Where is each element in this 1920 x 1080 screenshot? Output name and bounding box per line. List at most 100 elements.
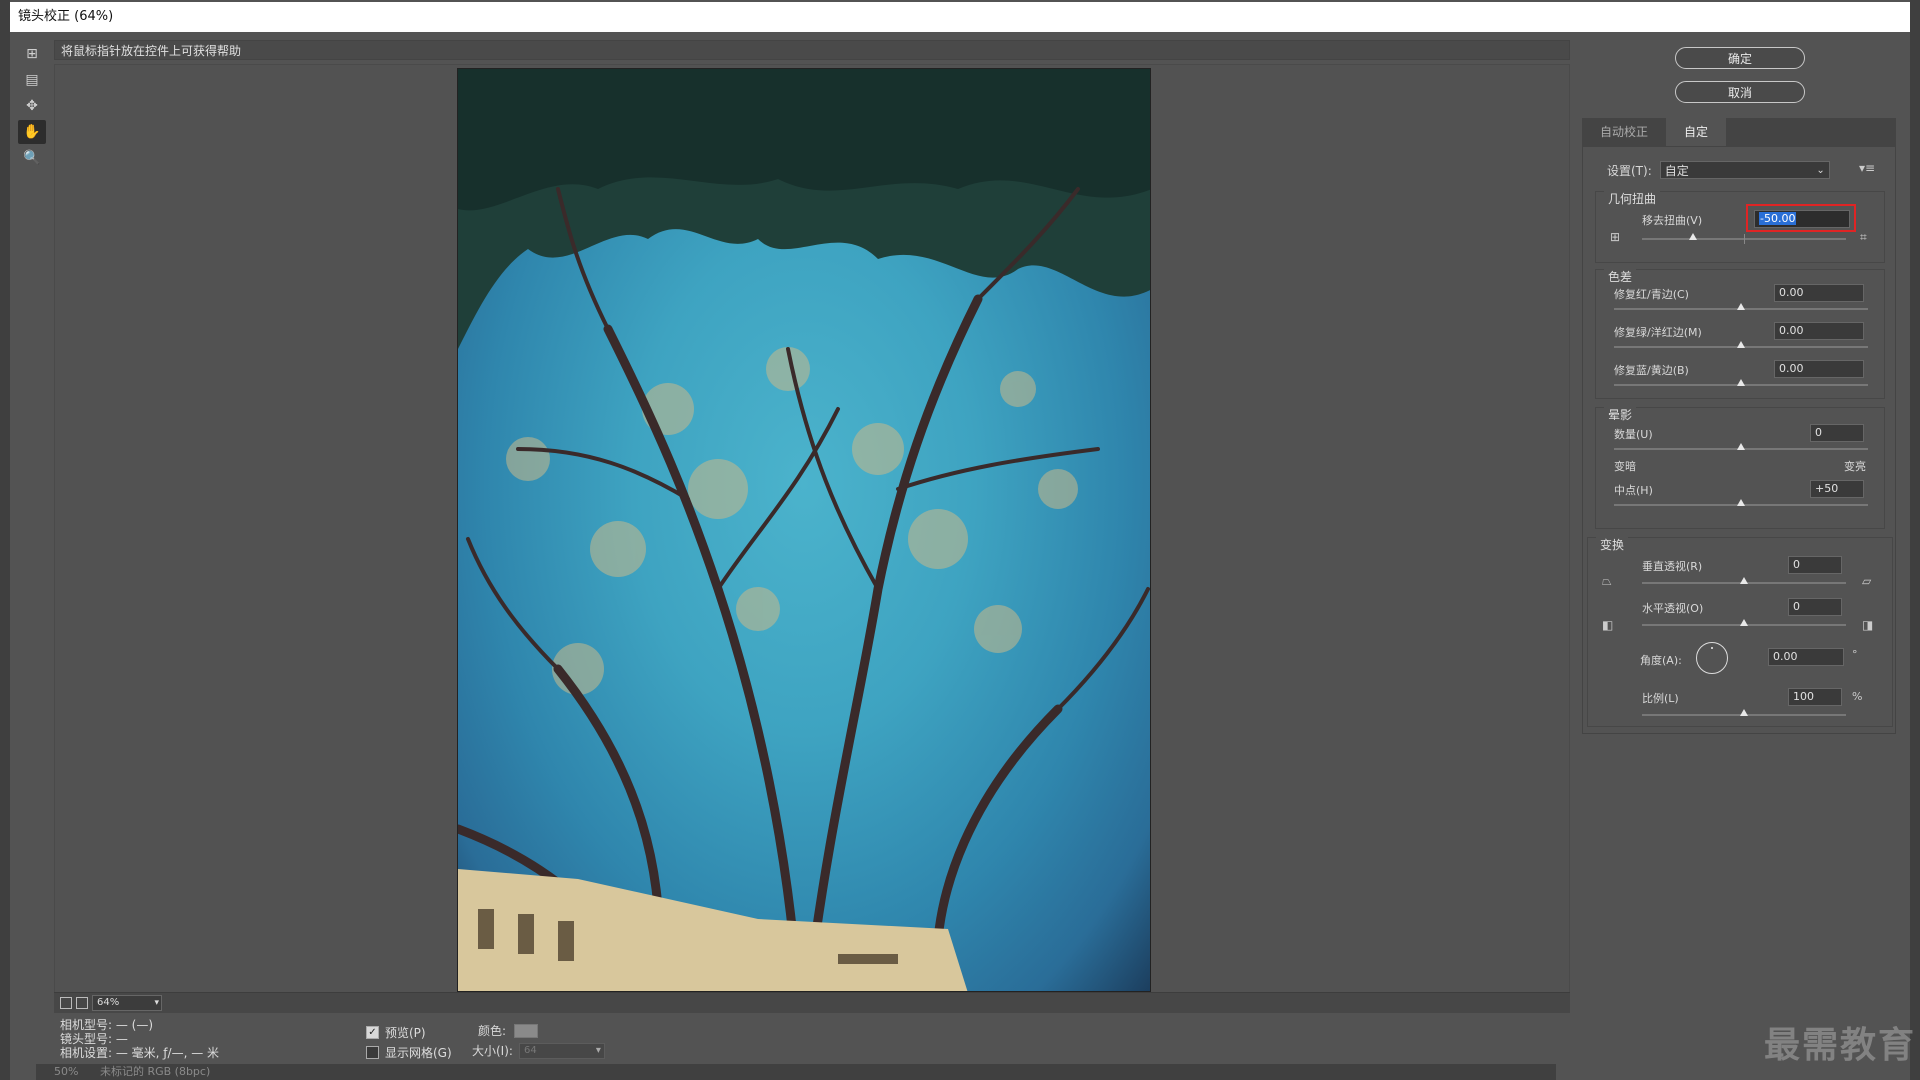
barrel-icon: ⌗ xyxy=(1860,230,1867,244)
chromatic-aberration-title: 色差 xyxy=(1604,268,1637,285)
geometric-distortion-group: 几何扭曲 移去扭曲(V) -50.00 ⊞ ⌗ xyxy=(1595,190,1885,263)
lens-model-text: 镜头型号: — xyxy=(60,1032,128,1046)
window-title: 镜头校正 (64%) xyxy=(10,2,1910,32)
settings-value: 自定 xyxy=(1664,164,1689,178)
lens-correction-dialog: 镜头校正 (64%) ⊞ ▤ ✥ ✋ 🔍 将鼠标指针放在控件上可获得帮助 64%… xyxy=(0,0,1920,1080)
straighten-tool-icon[interactable]: ▤ xyxy=(18,68,46,92)
angle-input[interactable]: 0.00 xyxy=(1768,648,1844,666)
zoom-value: 64% xyxy=(97,997,120,1008)
tab-custom[interactable]: 自定 xyxy=(1666,118,1727,146)
preview-label: 预览(P) xyxy=(385,1025,426,1040)
zoom-tool-icon[interactable]: 🔍 xyxy=(18,146,46,170)
vignette-amount-slider[interactable] xyxy=(1614,443,1868,450)
vignette-midpoint-slider[interactable] xyxy=(1614,499,1868,506)
transform-title: 变换 xyxy=(1596,536,1629,553)
grid-color-label: 颜色: xyxy=(478,1024,507,1038)
vignette-amount-thumb[interactable] xyxy=(1737,443,1745,450)
vignette-title: 晕影 xyxy=(1604,406,1637,423)
cancel-button[interactable]: 取消 xyxy=(1675,81,1805,103)
correction-tabs: 自动校正 自定 xyxy=(1582,118,1896,146)
vertical-perspective-plus-icon: ⏥ xyxy=(1862,574,1872,588)
green-magenta-slider[interactable] xyxy=(1614,341,1868,348)
vignette-midpoint-thumb[interactable] xyxy=(1737,499,1745,506)
horizontal-perspective-thumb[interactable] xyxy=(1740,619,1748,626)
grid-size-row: 大小(I): 64 ▾ xyxy=(472,1042,605,1059)
blue-yellow-input[interactable]: 0.00 xyxy=(1774,360,1864,378)
move-grid-tool-icon[interactable]: ✥ xyxy=(18,94,46,118)
red-cyan-slider[interactable] xyxy=(1614,303,1868,310)
vignette-midpoint-label: 中点(H) xyxy=(1614,484,1653,497)
red-cyan-thumb[interactable] xyxy=(1737,303,1745,310)
red-cyan-label: 修复红/青边(C) xyxy=(1614,288,1689,301)
vertical-perspective-thumb[interactable] xyxy=(1740,577,1748,584)
vignette-midpoint-input[interactable]: +50 xyxy=(1810,480,1864,498)
preview-checkbox-row[interactable]: ✓ 预览(P) xyxy=(366,1022,452,1042)
ok-button[interactable]: 确定 xyxy=(1675,47,1805,69)
blue-yellow-thumb[interactable] xyxy=(1737,379,1745,386)
angle-dial-dot xyxy=(1711,647,1713,649)
remove-distortion-thumb[interactable] xyxy=(1689,233,1697,240)
tool-panel: ⊞ ▤ ✥ ✋ 🔍 xyxy=(14,40,54,200)
camera-model-text: 相机型号: — (—) xyxy=(60,1018,154,1032)
show-grid-label: 显示网格(G) xyxy=(385,1045,452,1060)
custom-panel: 设置(T): 自定 ⌄ ▾≡ 几何扭曲 移去扭曲(V) -50.00 ⊞ ⌗ 色… xyxy=(1582,146,1896,734)
left-edge-strip xyxy=(0,0,10,1080)
scale-input[interactable]: 100 xyxy=(1788,688,1842,706)
angle-dial[interactable] xyxy=(1696,642,1728,674)
geometric-distortion-title: 几何扭曲 xyxy=(1604,190,1661,207)
vignette-amount-input[interactable]: 0 xyxy=(1810,424,1864,442)
grid-color-swatch[interactable] xyxy=(514,1023,539,1038)
remove-distortion-tool-icon[interactable]: ⊞ xyxy=(18,42,46,66)
zoom-select[interactable]: 64% ▾ xyxy=(92,995,162,1011)
document-profile: 未标记的 RGB (8bpc) xyxy=(99,1065,211,1078)
grid-size-label: 大小(I): xyxy=(472,1044,513,1058)
document-zoom: 50% xyxy=(54,1065,79,1078)
blue-yellow-slider[interactable] xyxy=(1614,379,1868,386)
watermark: 最需教育 xyxy=(1764,1025,1917,1066)
chevron-down-icon: ▾ xyxy=(595,1044,601,1056)
green-magenta-label: 修复绿/洋红边(M) xyxy=(1614,326,1702,339)
zoom-out-icon[interactable] xyxy=(60,997,72,1009)
darken-label: 变暗 xyxy=(1614,460,1636,473)
zoom-in-icon[interactable] xyxy=(76,997,88,1009)
settings-menu-icon[interactable]: ▾≡ xyxy=(1859,161,1875,175)
scale-label: 比例(L) xyxy=(1642,692,1679,705)
vertical-perspective-label: 垂直透视(R) xyxy=(1642,560,1703,573)
scale-unit: % xyxy=(1852,690,1863,703)
help-bar: 将鼠标指针放在控件上可获得帮助 xyxy=(54,40,1570,60)
remove-distortion-slider[interactable] xyxy=(1642,233,1846,244)
remove-distortion-label: 移去扭曲(V) xyxy=(1642,214,1703,227)
vertical-perspective-slider[interactable] xyxy=(1642,577,1846,584)
show-grid-checkbox-row[interactable]: 显示网格(G) xyxy=(366,1042,452,1062)
settings-label: 设置(T): xyxy=(1607,163,1652,178)
chevron-down-icon: ⌄ xyxy=(1816,165,1825,176)
horizontal-perspective-label: 水平透视(O) xyxy=(1642,602,1704,615)
highlight-box xyxy=(1746,204,1856,232)
hand-tool-icon[interactable]: ✋ xyxy=(18,120,46,144)
transform-group: 变换 垂直透视(R) 0 ⏢ ⏥ 水平透视(O) 0 ◧ ◨ 角度(A): 0.… xyxy=(1587,536,1893,727)
green-magenta-input[interactable]: 0.00 xyxy=(1774,322,1864,340)
camera-info: 相机型号: — (—) 镜头型号: — 相机设置: — 毫米, ƒ/—, — 米 xyxy=(60,1018,219,1060)
blue-yellow-label: 修复蓝/黄边(B) xyxy=(1614,364,1689,377)
grid-size-select[interactable]: 64 ▾ xyxy=(518,1042,605,1059)
scale-thumb[interactable] xyxy=(1740,709,1748,716)
angle-label: 角度(A): xyxy=(1640,654,1682,667)
red-cyan-input[interactable]: 0.00 xyxy=(1774,284,1864,302)
chevron-down-icon: ▾ xyxy=(154,998,159,1008)
camera-settings-text: 相机设置: — 毫米, ƒ/—, — 米 xyxy=(60,1046,220,1060)
horizontal-perspective-input[interactable]: 0 xyxy=(1788,598,1842,616)
horizontal-perspective-slider[interactable] xyxy=(1642,619,1846,626)
lighten-label: 变亮 xyxy=(1844,460,1866,473)
grid-color-row: 颜色: xyxy=(478,1022,539,1039)
green-magenta-thumb[interactable] xyxy=(1737,341,1745,348)
vignette-group: 晕影 数量(U) 0 变暗 变亮 中点(H) +50 xyxy=(1595,406,1885,529)
scale-slider[interactable] xyxy=(1642,709,1846,716)
settings-select[interactable]: 自定 ⌄ xyxy=(1659,161,1830,179)
vertical-perspective-minus-icon: ⏢ xyxy=(1602,574,1612,588)
preview-checkbox[interactable]: ✓ xyxy=(366,1025,379,1039)
tab-auto-correction[interactable]: 自动校正 xyxy=(1582,118,1666,146)
vertical-perspective-input[interactable]: 0 xyxy=(1788,556,1842,574)
canvas-status-bar: 64% ▾ xyxy=(54,992,1570,1013)
settings-row: 设置(T): 自定 ⌄ xyxy=(1607,161,1830,179)
show-grid-checkbox[interactable] xyxy=(366,1045,379,1059)
